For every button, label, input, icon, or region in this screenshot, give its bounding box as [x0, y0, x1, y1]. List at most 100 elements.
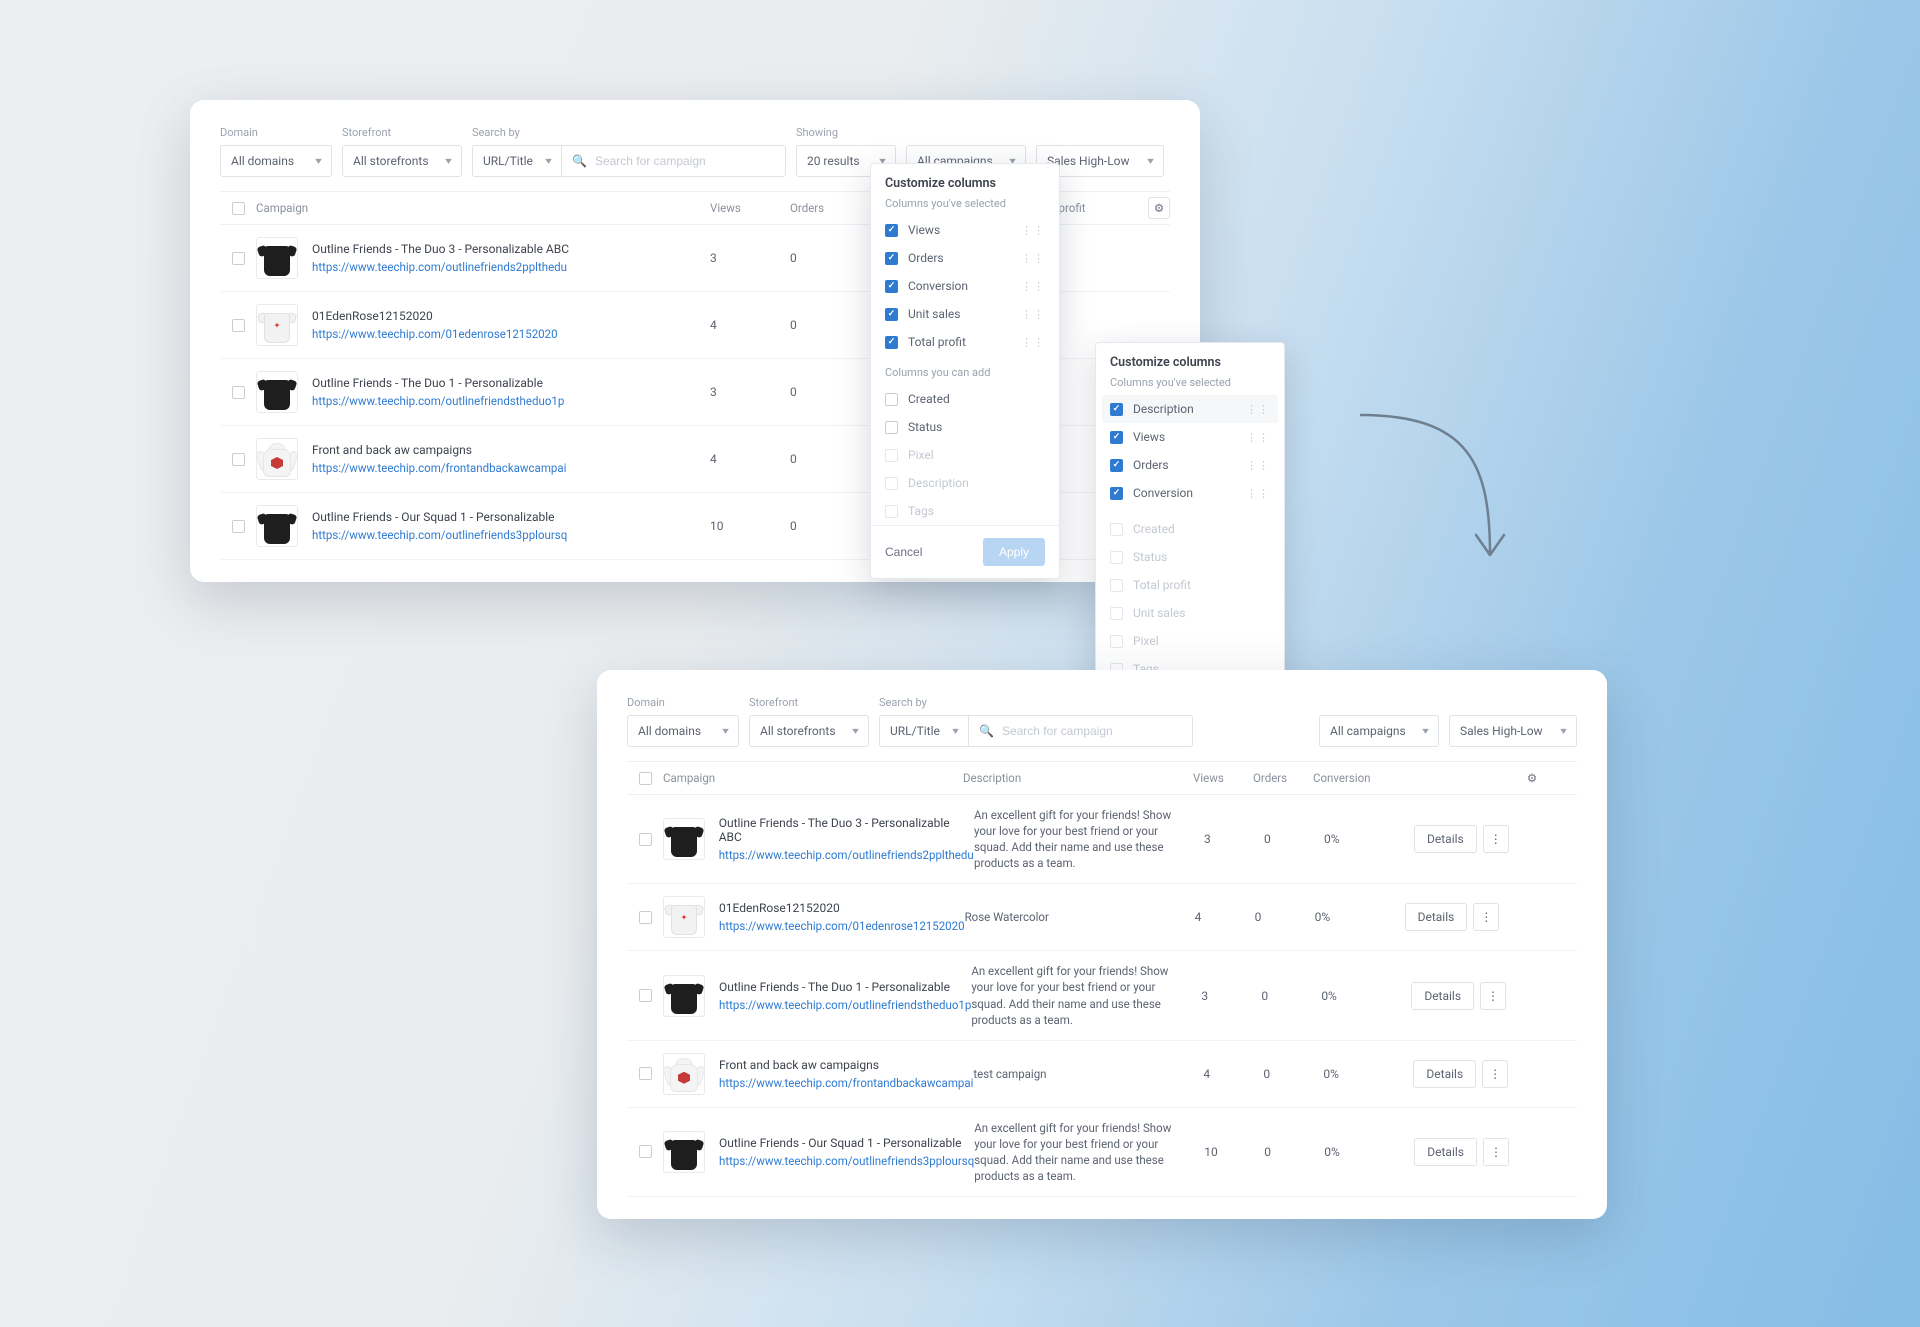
select-domain[interactable]: All domains▾	[220, 145, 332, 177]
checkbox-all[interactable]	[232, 202, 245, 215]
campaign-title: Front and back aw campaigns	[312, 443, 566, 457]
select-storefront[interactable]: All storefronts▾	[342, 145, 462, 177]
drag-handle-icon[interactable]: ⋮⋮	[1021, 280, 1045, 293]
product-thumbnail	[663, 975, 705, 1017]
campaign-url-link[interactable]: https://www.teechip.com/01edenrose121520…	[312, 327, 558, 341]
row-checkbox[interactable]	[232, 386, 245, 399]
search-input[interactable]	[595, 154, 775, 168]
row-checkbox[interactable]	[639, 1067, 652, 1080]
customize-columns-button[interactable]: ⚙	[1521, 767, 1543, 789]
campaign-title: Front and back aw campaigns	[719, 1058, 973, 1072]
checkbox-icon	[1110, 551, 1123, 564]
select-domain[interactable]: All domains▾	[627, 715, 739, 747]
campaign-url-link[interactable]: https://www.teechip.com/outlinefriendsth…	[312, 394, 564, 408]
drag-handle-icon[interactable]: ⋮⋮	[1246, 459, 1270, 472]
row-checkbox[interactable]	[232, 520, 245, 533]
drag-handle-icon[interactable]: ⋮⋮	[1021, 308, 1045, 321]
drag-handle-icon[interactable]: ⋮⋮	[1021, 336, 1045, 349]
details-button[interactable]: Details	[1405, 903, 1468, 931]
details-button[interactable]: Details	[1413, 1060, 1476, 1088]
campaign-url-link[interactable]: https://www.teechip.com/outlinefriends3p…	[312, 528, 567, 542]
drag-handle-icon[interactable]: ⋮⋮	[1246, 403, 1270, 416]
chevron-down-icon: ▾	[1147, 156, 1154, 167]
row-menu-button[interactable]: ⋮	[1473, 903, 1499, 931]
select-storefront[interactable]: All storefronts▾	[749, 715, 869, 747]
drag-handle-icon[interactable]: ⋮⋮	[1246, 487, 1270, 500]
cell-views: 3	[710, 385, 790, 399]
search-input[interactable]	[1002, 724, 1182, 738]
row-checkbox[interactable]	[232, 252, 245, 265]
select-search-by[interactable]: URL/Title▾	[879, 715, 969, 747]
popover-title: Customize columns	[1096, 343, 1284, 374]
checkbox-icon	[1110, 523, 1123, 536]
row-menu-button[interactable]: ⋮	[1483, 825, 1509, 853]
col-orders: Orders	[790, 201, 870, 215]
column-label: Views	[908, 223, 940, 237]
checkbox-all[interactable]	[639, 772, 652, 785]
checkbox-icon	[885, 393, 898, 406]
table-row: Outline Friends - Our Squad 1 - Personal…	[627, 1108, 1577, 1197]
row-menu-button[interactable]: ⋮	[1480, 982, 1506, 1010]
details-button[interactable]: Details	[1414, 825, 1477, 853]
column-option[interactable]: Created	[871, 385, 1059, 413]
drag-handle-icon[interactable]: ⋮⋮	[1021, 252, 1045, 265]
column-label: Conversion	[908, 279, 968, 293]
drag-handle-icon[interactable]: ⋮⋮	[1246, 431, 1270, 444]
cell-description: An excellent gift for your friends! Show…	[971, 963, 1201, 1027]
campaign-url-link[interactable]: https://www.teechip.com/outlinefriendsth…	[719, 998, 971, 1012]
cell-orders: 0	[1264, 832, 1324, 846]
column-label: Status	[1133, 550, 1167, 564]
column-option[interactable]: ✓Orders ⋮⋮	[1096, 451, 1284, 479]
col-description: Description	[963, 771, 1193, 785]
row-checkbox[interactable]	[639, 911, 652, 924]
column-option[interactable]: ✓Views ⋮⋮	[1096, 423, 1284, 451]
column-option[interactable]: ✓Orders ⋮⋮	[871, 244, 1059, 272]
row-menu-button[interactable]: ⋮	[1482, 1060, 1508, 1088]
campaign-url-link[interactable]: https://www.teechip.com/outlinefriends2p…	[719, 848, 974, 862]
table-row: Outline Friends - The Duo 1 - Personaliz…	[627, 951, 1577, 1040]
row-checkbox[interactable]	[639, 989, 652, 1002]
column-option[interactable]: ✓Views ⋮⋮	[871, 216, 1059, 244]
table-row: Front and back aw campaigns https://www.…	[627, 1041, 1577, 1108]
column-option[interactable]: ✓Conversion ⋮⋮	[871, 272, 1059, 300]
campaign-url-link[interactable]: https://www.teechip.com/outlinefriends2p…	[312, 260, 569, 274]
details-button[interactable]: Details	[1414, 1138, 1477, 1166]
select-search-by[interactable]: URL/Title▾	[472, 145, 562, 177]
customize-columns-button[interactable]: ⚙	[1148, 197, 1170, 219]
label-storefront: Storefront	[342, 126, 462, 139]
row-checkbox[interactable]	[639, 833, 652, 846]
select-sort[interactable]: Sales High-Low▾	[1449, 715, 1577, 747]
select-campaign-filter[interactable]: All campaigns▾	[1319, 715, 1439, 747]
filter-bar: Domain All domains▾ Storefront All store…	[627, 696, 1577, 747]
column-option[interactable]: ✓Unit sales ⋮⋮	[871, 300, 1059, 328]
cell-views: 3	[710, 251, 790, 265]
campaign-url-link[interactable]: https://www.teechip.com/outlinefriends3p…	[719, 1154, 974, 1168]
row-menu-button[interactable]: ⋮	[1483, 1138, 1509, 1166]
details-button[interactable]: Details	[1411, 982, 1474, 1010]
col-orders: Orders	[1253, 771, 1313, 785]
drag-handle-icon[interactable]: ⋮⋮	[1021, 224, 1045, 237]
column-option: Status	[1096, 543, 1284, 571]
column-option[interactable]: ✓Total profit ⋮⋮	[871, 328, 1059, 356]
campaign-url-link[interactable]: https://www.teechip.com/frontandbackawca…	[719, 1076, 973, 1090]
cancel-button[interactable]: Cancel	[885, 545, 922, 559]
gear-icon: ⚙	[1527, 771, 1537, 785]
cell-views: 4	[1195, 910, 1255, 924]
column-label: Description	[1133, 402, 1194, 416]
campaign-url-link[interactable]: https://www.teechip.com/frontandbackawca…	[312, 461, 566, 475]
campaign-url-link[interactable]: https://www.teechip.com/01edenrose121520…	[719, 919, 965, 933]
row-checkbox[interactable]	[639, 1145, 652, 1158]
cell-views: 3	[1201, 989, 1261, 1003]
gear-icon: ⚙	[1154, 201, 1164, 215]
column-option[interactable]: Status	[871, 413, 1059, 441]
row-checkbox[interactable]	[232, 319, 245, 332]
column-option[interactable]: ✓Conversion ⋮⋮	[1096, 479, 1284, 507]
column-label: Total profit	[908, 335, 966, 349]
apply-button[interactable]: Apply	[983, 538, 1045, 566]
campaign-title: Outline Friends - The Duo 1 - Personaliz…	[312, 376, 564, 390]
column-option[interactable]: ✓Description ⋮⋮	[1102, 395, 1278, 423]
product-thumbnail	[663, 818, 705, 860]
campaign-title: Outline Friends - The Duo 3 - Personaliz…	[312, 242, 569, 256]
row-checkbox[interactable]	[232, 453, 245, 466]
column-option: Created	[1096, 515, 1284, 543]
